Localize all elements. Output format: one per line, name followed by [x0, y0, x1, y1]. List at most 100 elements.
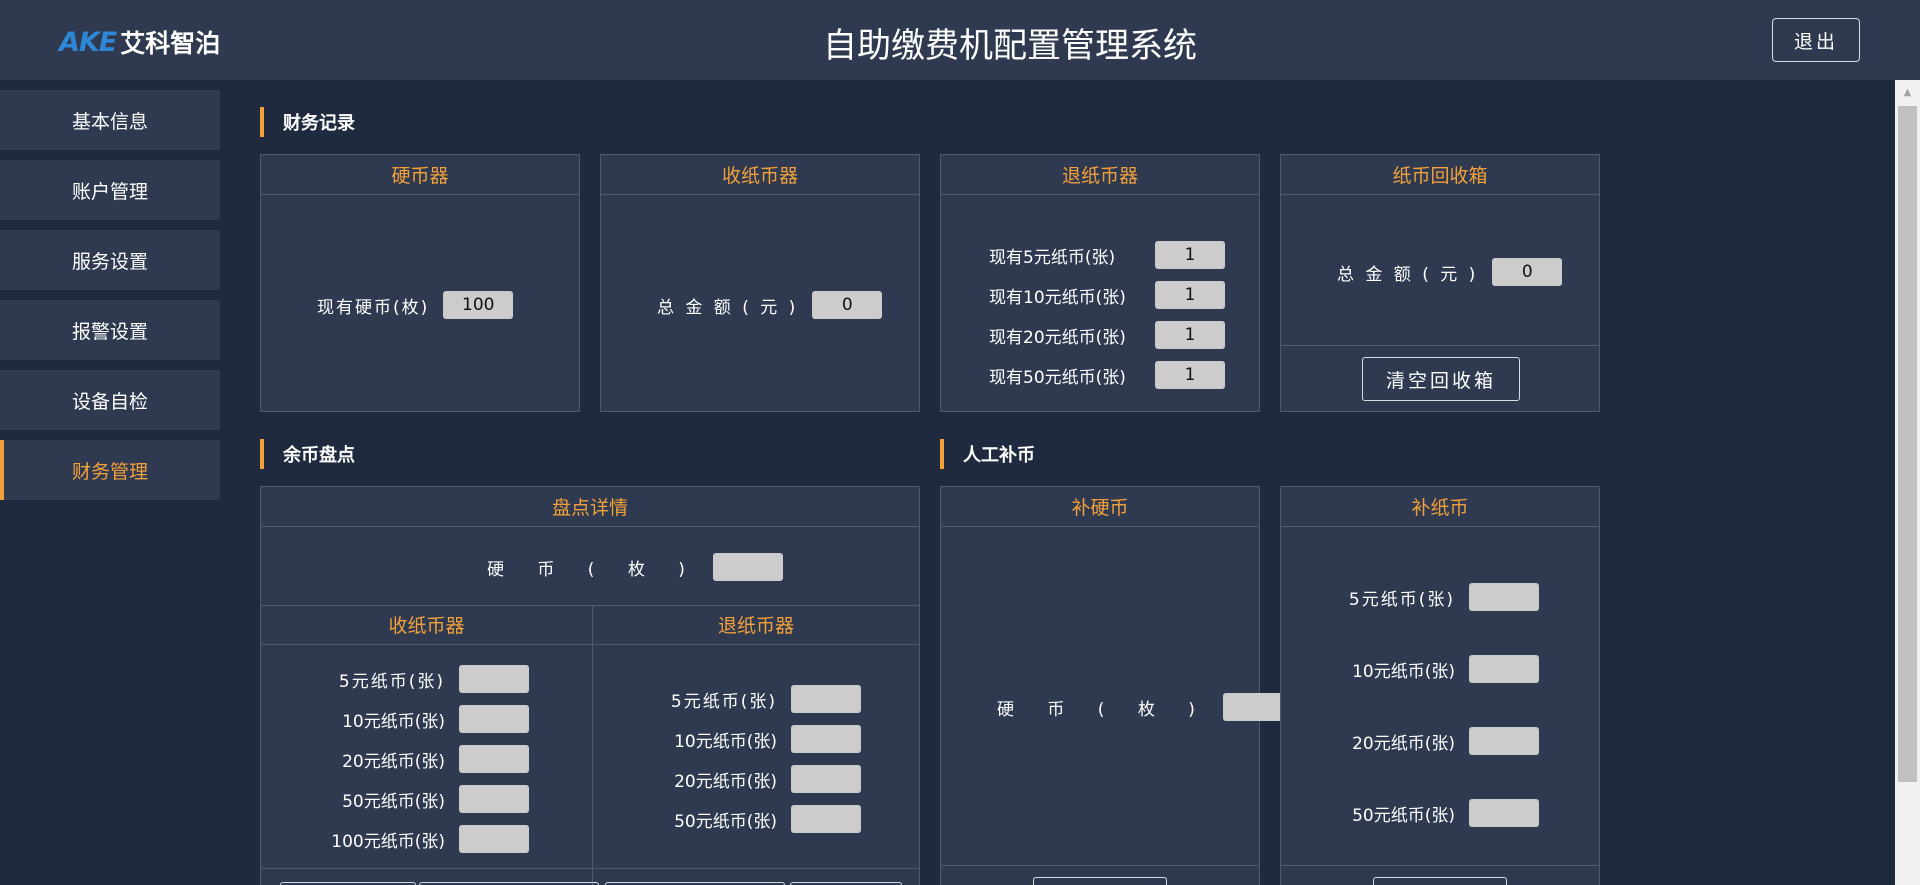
panel-title: 纸币回收箱 — [1281, 155, 1599, 195]
refill-bill-panel: 补纸币 5元纸币(张) 10元纸币(张) 20元纸币(张) 50元纸币(张) — [1280, 486, 1600, 885]
check-acceptor-50-input[interactable] — [459, 785, 529, 813]
sidebar: 基本信息 账户管理 服务设置 报警设置 设备自检 财务管理 — [0, 80, 220, 885]
check-acceptor-100-input[interactable] — [459, 825, 529, 853]
field-label: 现有硬币(枚) — [317, 297, 430, 318]
check-dispenser-row-5: 5元纸币(张) — [649, 685, 861, 713]
dispenser-20-value: 1 — [1155, 321, 1225, 349]
check-dispenser-row-20: 20元纸币(张) — [649, 765, 861, 793]
sidebar-item-alarm[interactable]: 报警设置 — [0, 300, 220, 360]
coin-count-value: 100 — [443, 291, 514, 319]
field-label: 现有50元纸币(张) — [989, 367, 1126, 388]
field-label: 50元纸币(张) — [1352, 805, 1455, 826]
divider — [592, 605, 593, 885]
refill-coin-confirm-button[interactable] — [1033, 877, 1167, 885]
refill-bill-50-input[interactable] — [1469, 799, 1539, 827]
bill-dispenser-panel: 退纸币器 现有5元纸币(张) 1 现有10元纸币(张) 1 现有20元纸币(张)… — [940, 154, 1260, 412]
check-coin-input[interactable] — [712, 553, 783, 581]
coin-count-row: 现有硬币(枚) 100 — [317, 291, 514, 319]
total-amount-row: 总 金 额 ( 元 ) 0 — [657, 291, 883, 319]
panel-title: 补纸币 — [1281, 487, 1599, 527]
field-label: 50元纸币(张) — [342, 791, 445, 812]
refill-coin-panel: 补硬币 硬 币 ( 枚 ) — [940, 486, 1293, 885]
recycle-amount-row: 总 金 额 ( 元 ) 0 — [1337, 258, 1563, 286]
field-label: 5元纸币(张) — [338, 671, 445, 692]
page-scrollbar[interactable]: ▲ — [1895, 80, 1920, 885]
divider — [1281, 345, 1599, 346]
check-acceptor-10-input[interactable] — [459, 705, 529, 733]
total-amount-value: 0 — [812, 291, 883, 319]
refill-bill-row-20: 20元纸币(张) — [1333, 727, 1539, 755]
coin-box-panel: 硬币器 现有硬币(枚) 100 — [260, 154, 580, 412]
scroll-up-icon[interactable]: ▲ — [1895, 80, 1920, 104]
section-title-manual-refill: 人工补币 — [940, 439, 1035, 469]
acceptor-subtitle: 收纸币器 — [261, 605, 592, 645]
field-label: 20元纸币(张) — [1352, 733, 1455, 754]
check-acceptor-row-100: 100元纸币(张) — [311, 825, 529, 853]
divider — [261, 868, 919, 869]
check-dispenser-5-input[interactable] — [791, 685, 861, 713]
page-title: 自助缴费机配置管理系统 — [823, 26, 1197, 66]
dispenser-50-value: 1 — [1155, 361, 1225, 389]
field-label: 10元纸币(张) — [674, 731, 777, 752]
section-title-balance-check: 余币盘点 — [260, 439, 355, 469]
refill-bill-10-input[interactable] — [1469, 655, 1539, 683]
check-dispenser-row-10: 10元纸币(张) — [649, 725, 861, 753]
field-label: 20元纸币(张) — [342, 751, 445, 772]
dispenser-subtitle: 退纸币器 — [593, 605, 919, 645]
refill-bill-20-input[interactable] — [1469, 727, 1539, 755]
field-label: 10元纸币(张) — [342, 711, 445, 732]
field-label: 总 金 额 ( 元 ) — [657, 297, 799, 318]
sidebar-item-basic-info[interactable]: 基本信息 — [0, 90, 220, 150]
balance-detail-panel: 盘点详情 硬 币 ( 枚 ) 收纸币器 退纸币器 5元纸币(张) 10元纸币(张… — [260, 486, 920, 885]
field-label: 现有5元纸币(张) — [989, 247, 1116, 268]
check-dispenser-20-input[interactable] — [791, 765, 861, 793]
panel-title: 盘点详情 — [261, 487, 919, 527]
refill-bill-5-input[interactable] — [1469, 583, 1539, 611]
scroll-thumb[interactable] — [1898, 106, 1917, 782]
dispenser-row-20: 现有20元纸币(张) 1 — [989, 321, 1225, 349]
refill-coin-row: 硬 币 ( 枚 ) — [997, 693, 1293, 721]
field-label: 20元纸币(张) — [674, 771, 777, 792]
sidebar-item-account[interactable]: 账户管理 — [0, 160, 220, 220]
check-acceptor-row-10: 10元纸币(张) — [323, 705, 529, 733]
sidebar-item-finance[interactable]: 财务管理 — [0, 440, 220, 500]
logout-button[interactable]: 退出 — [1772, 18, 1860, 62]
field-label: 现有20元纸币(张) — [989, 327, 1126, 348]
panel-title: 收纸币器 — [601, 155, 919, 195]
field-label: 总 金 额 ( 元 ) — [1337, 264, 1479, 285]
dispenser-row-5: 现有5元纸币(张) 1 — [989, 241, 1225, 269]
panel-title: 补硬币 — [941, 487, 1259, 527]
sidebar-item-service[interactable]: 服务设置 — [0, 230, 220, 290]
check-acceptor-row-5: 5元纸币(张) — [323, 665, 529, 693]
check-acceptor-20-input[interactable] — [459, 745, 529, 773]
check-dispenser-50-input[interactable] — [791, 805, 861, 833]
divider — [941, 865, 1259, 866]
field-label: 50元纸币(张) — [674, 811, 777, 832]
recycle-amount-value: 0 — [1492, 258, 1563, 286]
refill-bill-row-5: 5元纸币(张) — [1333, 583, 1539, 611]
check-acceptor-row-20: 20元纸币(张) — [323, 745, 529, 773]
field-label: 5元纸币(张) — [1348, 589, 1455, 610]
recycle-box-panel: 纸币回收箱 总 金 额 ( 元 ) 0 清空回收箱 — [1280, 154, 1600, 412]
refill-bill-confirm-button[interactable] — [1373, 877, 1507, 885]
dispenser-5-value: 1 — [1155, 241, 1225, 269]
dispenser-row-10: 现有10元纸币(张) 1 — [989, 281, 1225, 309]
divider — [1281, 865, 1599, 866]
check-acceptor-5-input[interactable] — [459, 665, 529, 693]
check-dispenser-10-input[interactable] — [791, 725, 861, 753]
refill-bill-row-50: 50元纸币(张) — [1333, 799, 1539, 827]
field-label: 硬 币 ( 枚 ) — [487, 559, 699, 580]
clear-recycle-box-button[interactable]: 清空回收箱 — [1362, 357, 1520, 401]
check-coin-row: 硬 币 ( 枚 ) — [487, 553, 783, 581]
field-label: 现有10元纸币(张) — [989, 287, 1126, 308]
field-label: 5元纸币(张) — [670, 691, 777, 712]
field-label: 10元纸币(张) — [1352, 661, 1455, 682]
check-acceptor-row-50: 50元纸币(张) — [323, 785, 529, 813]
field-label: 硬 币 ( 枚 ) — [997, 699, 1209, 720]
bill-acceptor-panel: 收纸币器 总 金 额 ( 元 ) 0 — [600, 154, 920, 412]
sidebar-item-self-check[interactable]: 设备自检 — [0, 370, 220, 430]
check-dispenser-row-50: 50元纸币(张) — [649, 805, 861, 833]
panel-title: 硬币器 — [261, 155, 579, 195]
panel-title: 退纸币器 — [941, 155, 1259, 195]
dispenser-10-value: 1 — [1155, 281, 1225, 309]
